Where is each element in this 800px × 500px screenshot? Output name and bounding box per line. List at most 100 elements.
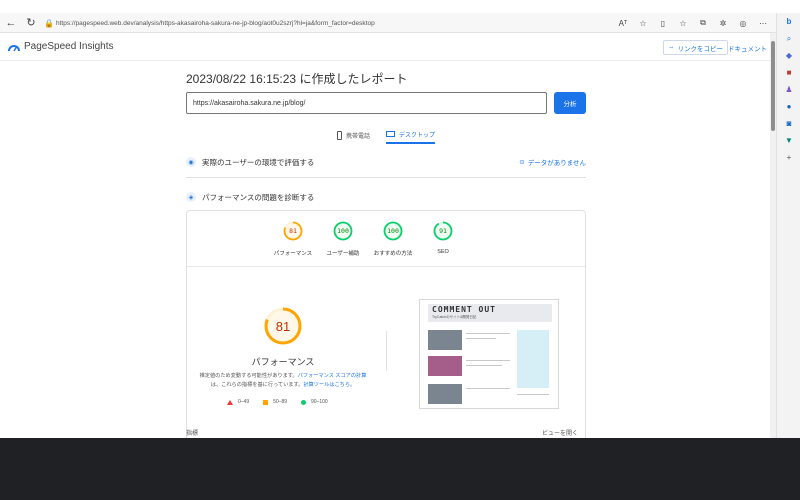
url-text: https://pagespeed.web.dev/analysis/https… [56,19,375,27]
browser-window: ← ↻ 🔒 https://pagespeed.web.dev/analysis… [0,0,800,438]
calculator-link[interactable]: 計算ツールはこちら。 [303,382,355,388]
copy-link-label: リンクをコピー [677,45,724,53]
score-gauge[interactable]: 91 SEO [413,221,473,255]
read-aloud-icon[interactable]: Aᵀ [616,15,630,31]
report-title: 2023/08/22 16:15:23 に作成したレポート [186,72,408,86]
note-text-b: は、これらの指標を基に行っています。 [210,382,304,388]
extension-icon[interactable]: ✲ [716,15,730,31]
score-ring: 100 [333,221,353,241]
toolbox-icon[interactable]: ■ [777,64,800,81]
drop-icon[interactable]: ▼ [777,132,800,149]
score-label: SEO [437,249,449,255]
screenshot-line [466,333,510,334]
diagnose-section: ◈ パフォーマンスの問題を診断する [186,187,586,207]
bing-icon[interactable]: b [777,13,800,30]
reload-icon[interactable]: ↻ [22,14,40,32]
card-separator [187,266,585,267]
screenshot-thumb [428,384,462,404]
no-data-label: データがありません [527,160,586,167]
screenshot-line [466,338,496,339]
tab-mobile[interactable]: 携帯電話 [337,126,370,144]
url-input[interactable]: https://akasairoha.sakura.ne.jp/blog/ [186,92,547,114]
tab-desktop-label: デスクトップ [399,132,436,139]
vertical-separator [386,331,387,371]
lab-icon: ◈ [186,192,196,202]
screenshot-line [466,360,510,361]
diagnose-title: パフォーマンスの問題を診断する [202,192,315,202]
screenshot-line [466,365,502,366]
score-value: 100 [337,227,349,235]
psi-logo-text: PageSpeed Insights [24,41,114,52]
score-note: 推定値のため変動する可能性があります。パフォーマンス スコアの計算 は、これらの… [197,372,369,390]
edge-sidebar: b ⌕ ◆ ■ ♟ ● ◙ ▼ + [776,13,800,438]
metrics-label: 指標 [186,431,199,437]
office-icon[interactable]: ● [777,98,800,115]
screenshot-title: COMMENT OUT [432,305,496,314]
score-value: 100 [387,227,399,235]
screenshot-thumb [428,330,462,350]
score-ring: 91 [433,221,453,241]
score-legend: 0–49 50–89 90–100 [227,399,328,405]
add-icon[interactable]: + [777,149,800,166]
address-bar: ← ↻ 🔒 https://pagespeed.web.dev/analysis… [0,13,800,33]
score-ring: 100 [383,221,403,241]
outlook-icon[interactable]: ◙ [777,115,800,132]
psi-logo[interactable]: PageSpeed Insights [8,41,114,52]
square-icon [263,399,269,405]
tab-desktop[interactable]: デスクトップ [386,126,436,144]
phone-icon [337,130,342,140]
screenshot-subtitle: TryCatchのサイト&開発日記 [432,315,477,319]
open-view-link[interactable]: ビューを開く [542,428,578,437]
psi-logo-icon [8,44,20,51]
info-icon: ⊙ [519,159,525,166]
legend-label: 90–100 [311,399,328,405]
note-text-a: 推定値のため変動する可能性があります。 [199,373,298,379]
score-value: 91 [439,227,447,235]
score-ring: 81 [283,221,303,241]
legend-label: 50–89 [273,399,288,405]
screenshot-sidebar [517,330,549,388]
collections-icon[interactable]: ⧉ [696,15,710,31]
scrollbar-thumb[interactable] [771,41,775,131]
profile-icon[interactable]: ◎ [736,15,750,31]
tag-icon[interactable]: ◆ [777,47,800,64]
report-card: 81 パフォーマンス 100 ユーザー補助 100 おすすめの方法 91 SEO 81 パフォ… [186,210,586,438]
field-data-title: 実際のユーザーの環境で評価する [202,157,315,167]
tab-mobile-label: 携帯電話 [346,133,371,140]
page-screenshot: COMMENT OUT TryCatchのサイト&開発日記 [419,299,559,409]
field-data-section: ◉ 実際のユーザーの環境で評価する ⊙ データがありません [186,152,586,172]
more-icon[interactable]: ⋯ [756,15,770,31]
score-value: 81 [289,227,297,235]
search-icon[interactable]: ⌕ [777,30,800,47]
desktop-icon [386,131,395,137]
split-screen-icon[interactable]: ▯ [656,15,670,31]
copy-link-button[interactable]: ⇔ リンクをコピー [663,40,728,55]
section-divider [186,177,586,178]
page-scrollbar[interactable] [770,33,776,438]
legend-item-fail: 0–49 [227,399,249,405]
analyze-button[interactable]: 分析 [554,92,586,114]
favorite-icon[interactable]: ☆ [636,15,650,31]
legend-item-pass: 90–100 [301,399,328,405]
screenshot-line [517,394,549,395]
user-icon: ◉ [186,157,196,167]
url-field[interactable]: 🔒 https://pagespeed.web.dev/analysis/htt… [44,15,624,31]
screenshot-thumb [428,356,462,376]
link-icon: ⇔ [668,44,675,51]
performance-label: パフォーマンス [251,357,315,367]
no-data-link[interactable]: ⊙ データがありません [519,157,586,167]
circle-icon [301,399,307,405]
legend-label: 0–49 [238,399,250,405]
legend-item-average: 50–89 [263,399,287,405]
score-calc-link[interactable]: パフォーマンス スコアの計算 [298,373,367,379]
people-icon[interactable]: ♟ [777,81,800,98]
bottom-row: 指標 ビューを開く [186,428,586,437]
triangle-icon [227,399,233,405]
lock-icon: 🔒 [44,18,54,28]
favorites-list-icon[interactable]: ☆ [676,15,690,31]
back-icon[interactable]: ← [2,14,20,32]
performance-score: 81 [275,318,291,334]
dark-area [0,438,800,500]
psi-header: PageSpeed Insights ⇔ リンクをコピー ドキュメント [0,33,770,61]
docs-link[interactable]: ドキュメント [728,43,767,53]
